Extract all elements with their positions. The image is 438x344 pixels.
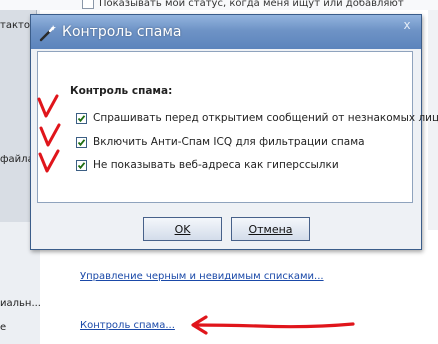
top-bar: Показывать мой статус, когда меня ищут и…: [0, 0, 438, 10]
antispam-checkbox[interactable]: [76, 136, 87, 148]
checkmark-icon: [77, 138, 86, 146]
section-label: Контроль спама:: [70, 85, 173, 97]
show-status-option[interactable]: Показывать мой статус, когда меня ищут и…: [82, 0, 404, 10]
checkmark-icon: [77, 161, 86, 169]
cancel-button-label: Отмена: [248, 222, 293, 236]
wand-icon: [38, 24, 58, 42]
no-hyperlinks-checkbox[interactable]: [76, 159, 87, 171]
show-status-label: Показывать мой статус, когда меня ищут и…: [99, 0, 404, 9]
close-icon[interactable]: x: [401, 19, 413, 31]
show-status-checkbox[interactable]: [82, 0, 94, 9]
red-checkmark-icon: [38, 149, 60, 173]
option-no-hyperlinks[interactable]: Не показывать веб-адреса как гиперссылки: [76, 158, 339, 172]
left-fragment-1: такто: [0, 20, 30, 31]
spam-control-dialog: Контроль спама x Контроль спама: Спрашив…: [30, 14, 438, 250]
cancel-button[interactable]: Отмена: [231, 217, 310, 241]
ask-before-open-label: Спрашивать перед открытием сообщений от …: [93, 112, 438, 124]
red-arrow-icon: [191, 315, 355, 335]
antispam-label: Включить Анти-Спам ICQ для фильтрации сп…: [93, 136, 365, 148]
ok-button-label: OK: [174, 222, 191, 236]
dialog-titlebar[interactable]: Контроль спама x: [31, 15, 421, 49]
red-checkmark-icon: [37, 94, 59, 118]
checkmark-icon: [77, 114, 86, 122]
option-antispam[interactable]: Включить Анти-Спам ICQ для фильтрации сп…: [76, 135, 365, 149]
blacklist-link[interactable]: Управление черным и невидимым списками..…: [80, 271, 324, 282]
no-hyperlinks-label: Не показывать веб-адреса как гиперссылки: [93, 159, 339, 171]
left-fragment-2: файла: [0, 154, 34, 165]
dialog-title: Контроль спама: [62, 24, 182, 40]
option-ask-before-open[interactable]: Спрашивать перед открытием сообщений от …: [76, 111, 438, 125]
spam-control-link[interactable]: Контроль спама...: [80, 320, 175, 331]
left-fragment-4[interactable]: е: [0, 322, 6, 333]
dialog-content: Контроль спама: Спрашивать перед открыти…: [37, 51, 438, 203]
red-checkmark-icon: [39, 123, 61, 147]
ok-button[interactable]: OK: [143, 217, 222, 241]
ask-before-open-checkbox[interactable]: [76, 112, 87, 124]
left-fragment-3[interactable]: иальн...: [0, 298, 41, 309]
